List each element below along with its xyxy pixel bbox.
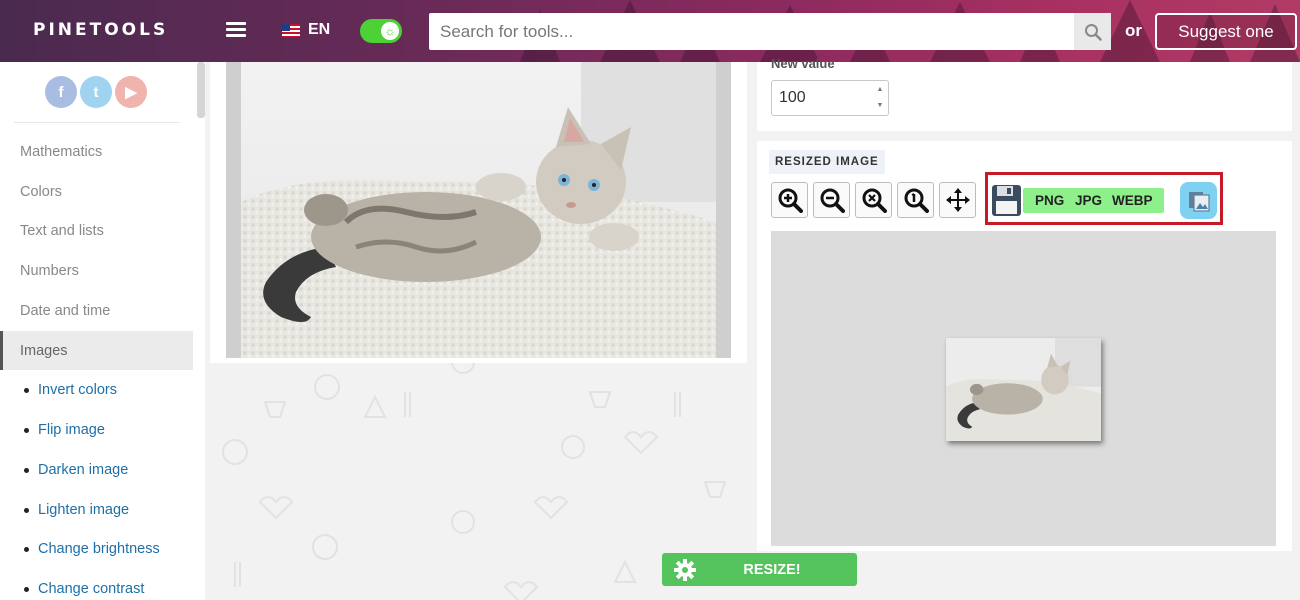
sidebar-item-images[interactable]: Images <box>0 331 193 370</box>
zoom-in-button[interactable] <box>771 182 808 218</box>
top-bar: PINETOOLS EN ☼ or Suggest one <box>0 0 1300 62</box>
tool-link-darken-image[interactable]: Darken image <box>24 460 128 480</box>
zoom-fit-icon <box>904 188 929 213</box>
number-spinner: ▲ ▼ <box>874 84 886 112</box>
resize-button[interactable]: RESIZE! <box>662 553 857 586</box>
bullet <box>24 467 29 473</box>
social-links: f t ▶ <box>45 76 147 108</box>
bullet <box>24 427 29 433</box>
tool-link-change-brightness[interactable]: Change brightness <box>24 539 160 559</box>
tool-link-lighten-image[interactable]: Lighten image <box>24 500 129 520</box>
tool-link-label: Invert colors <box>38 382 117 398</box>
sidebar-scrollbar[interactable] <box>197 62 205 118</box>
resize-button-label: RESIZE! <box>743 561 801 578</box>
search-button[interactable] <box>1074 13 1111 50</box>
download-jpg-button[interactable]: JPG <box>1075 193 1102 208</box>
twitter-icon[interactable]: t <box>80 76 112 108</box>
new-value-label: New value <box>771 56 835 71</box>
sidebar-divider <box>14 122 180 123</box>
tool-link-label: Change contrast <box>38 581 145 597</box>
bullet <box>24 586 29 592</box>
tool-link-flip-image[interactable]: Flip image <box>24 420 105 440</box>
sidebar-item-date-and-time[interactable]: Date and time <box>0 291 193 330</box>
tool-link-invert-colors[interactable]: Invert colors <box>24 380 117 400</box>
resized-image-title: RESIZED IMAGE <box>769 150 885 174</box>
bullet <box>24 546 29 552</box>
sidebar-item-text-and-lists[interactable]: Text and lists <box>0 211 193 250</box>
tool-link-label: Lighten image <box>38 502 130 518</box>
search-icon <box>1084 23 1102 41</box>
suggest-button[interactable]: Suggest one <box>1155 13 1297 50</box>
move-icon <box>945 188 970 212</box>
zoom-out-button[interactable] <box>813 182 850 218</box>
resized-image-thumbnail <box>946 338 1101 441</box>
sidebar-item-mathematics[interactable]: Mathematics <box>0 132 193 171</box>
language-label: EN <box>308 21 331 38</box>
tool-link-label: Flip image <box>38 422 105 438</box>
new-value-input[interactable] <box>772 81 872 115</box>
zoom-in-icon <box>778 188 803 213</box>
download-png-button[interactable]: PNG <box>1035 193 1064 208</box>
hamburger-menu-icon[interactable] <box>226 22 246 38</box>
copy-image-icon <box>1188 191 1210 212</box>
floppy-save-icon <box>992 185 1021 216</box>
facebook-icon[interactable]: f <box>45 76 77 108</box>
sidebar-item-colors[interactable]: Colors <box>0 172 193 211</box>
spin-down-icon[interactable]: ▼ <box>874 100 886 112</box>
search-input[interactable] <box>429 13 1074 50</box>
zoom-reset-button[interactable] <box>855 182 892 218</box>
tool-link-change-contrast[interactable]: Change contrast <box>24 579 144 599</box>
bullet <box>24 387 29 393</box>
new-value-field: ▲ ▼ <box>771 80 889 116</box>
original-image-preview <box>226 62 731 358</box>
cat-thumbnail <box>946 338 1101 441</box>
site-logo[interactable]: PINETOOLS <box>33 20 168 40</box>
spin-up-icon[interactable]: ▲ <box>874 84 886 96</box>
zoom-out-icon <box>820 188 845 213</box>
cat-photo <box>241 62 716 358</box>
sun-icon: ☼ <box>381 22 399 40</box>
gear-icon <box>674 559 696 581</box>
tool-link-label: Change brightness <box>38 541 160 557</box>
sidebar-item-numbers[interactable]: Numbers <box>0 251 193 290</box>
copy-image-button[interactable] <box>1180 182 1217 219</box>
or-label: or <box>1125 21 1142 40</box>
zoom-reset-icon <box>862 188 887 213</box>
us-flag-icon <box>282 23 300 37</box>
sidebar: f t ▶ Mathematics Colors Text and lists … <box>0 62 205 600</box>
move-button[interactable] <box>939 182 976 218</box>
tool-link-label: Darken image <box>38 462 129 478</box>
search-bar <box>429 13 1111 50</box>
language-selector[interactable]: EN <box>282 21 330 39</box>
bullet <box>24 507 29 513</box>
theme-toggle[interactable]: ☼ <box>360 19 402 43</box>
zoom-fit-button[interactable] <box>897 182 934 218</box>
download-webp-button[interactable]: WEBP <box>1112 193 1153 208</box>
youtube-icon[interactable]: ▶ <box>115 76 147 108</box>
